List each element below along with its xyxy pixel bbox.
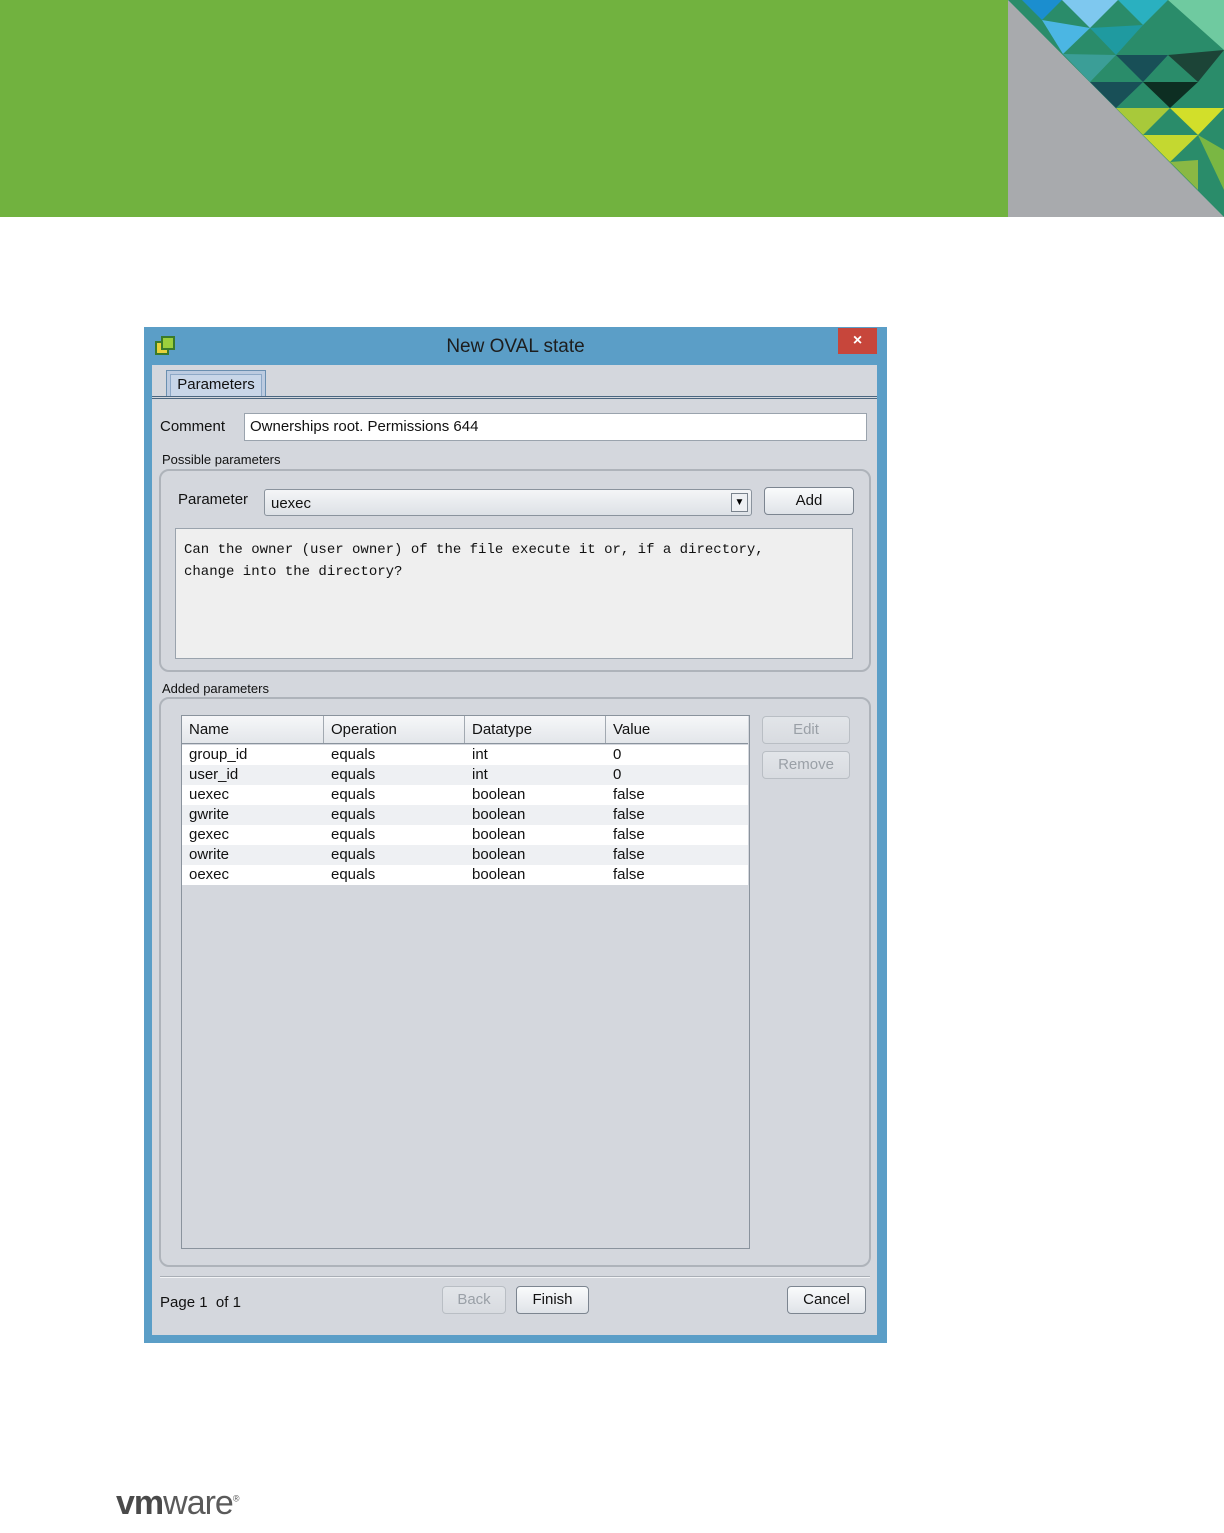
- cell-datatype: int: [472, 766, 488, 783]
- cell-operation: equals: [331, 746, 376, 763]
- title-bar[interactable]: New OVAL state ×: [144, 327, 887, 365]
- cell-operation: equals: [331, 786, 376, 803]
- cell-name: gexec: [189, 826, 230, 843]
- logo-ware: ware: [163, 1484, 234, 1522]
- tab-divider: [152, 396, 877, 399]
- cancel-button[interactable]: Cancel: [787, 1286, 866, 1314]
- cell-operation: equals: [331, 806, 376, 823]
- footer-separator: [160, 1276, 870, 1278]
- page-label: Page: [160, 1294, 196, 1311]
- column-header-datatype[interactable]: Datatype: [465, 716, 606, 743]
- table-row[interactable]: group_id equals int 0: [182, 745, 748, 765]
- comment-field[interactable]: Ownerships root. Permissions 644: [244, 413, 867, 441]
- page-current: 1: [199, 1294, 208, 1311]
- cell-datatype: boolean: [472, 806, 526, 823]
- parameter-select-value: uexec: [271, 495, 312, 512]
- vmware-tile-graphic: [1008, 0, 1224, 217]
- cell-name: gwrite: [189, 806, 230, 823]
- cell-value: 0: [613, 746, 622, 763]
- cell-name: group_id: [189, 746, 248, 763]
- cell-datatype: boolean: [472, 866, 526, 883]
- cell-name: owrite: [189, 846, 230, 863]
- parameter-label: Parameter: [178, 491, 249, 508]
- window-title: New OVAL state: [446, 336, 585, 357]
- close-button[interactable]: ×: [838, 328, 877, 354]
- close-icon: ×: [852, 332, 863, 349]
- logo-vm: vm: [116, 1484, 164, 1522]
- parameters-table: Name Operation Datatype Value group_id e…: [181, 715, 750, 1249]
- finish-button[interactable]: Finish: [516, 1286, 589, 1314]
- cell-name: uexec: [189, 786, 230, 803]
- cell-operation: equals: [331, 866, 376, 883]
- column-header-operation[interactable]: Operation: [324, 716, 465, 743]
- cell-datatype: boolean: [472, 786, 526, 803]
- table-row[interactable]: gwrite equals boolean false: [182, 805, 748, 825]
- cell-value: false: [613, 826, 645, 843]
- parameter-select[interactable]: uexec ▼: [264, 489, 752, 516]
- table-row[interactable]: user_id equals int 0: [182, 765, 748, 785]
- logo-registered: ®: [232, 1493, 240, 1504]
- cell-operation: equals: [331, 846, 376, 863]
- parameter-description: Can the owner (user owner) of the file e…: [175, 528, 853, 659]
- cell-datatype: boolean: [472, 846, 526, 863]
- possible-parameters-title: Possible parameters: [162, 452, 281, 467]
- cell-operation: equals: [331, 826, 376, 843]
- cell-value: false: [613, 806, 645, 823]
- cell-datatype: boolean: [472, 826, 526, 843]
- remove-button[interactable]: Remove: [762, 751, 850, 779]
- table-row[interactable]: gexec equals boolean false: [182, 825, 748, 845]
- oval-state-dialog: New OVAL state × Parameters Comment Owne…: [144, 327, 887, 1343]
- tab-label: Parameters: [170, 374, 262, 396]
- back-button[interactable]: Back: [442, 1286, 506, 1314]
- tab-parameters[interactable]: Parameters: [166, 370, 266, 396]
- chevron-down-icon[interactable]: ▼: [731, 493, 748, 512]
- edit-button[interactable]: Edit: [762, 716, 850, 744]
- page-indicator: Page 1 of 1: [160, 1294, 241, 1311]
- tab-strip: Parameters: [152, 365, 877, 401]
- cell-value: false: [613, 866, 645, 883]
- table-row[interactable]: oexec equals boolean false: [182, 865, 748, 885]
- table-row[interactable]: uexec equals boolean false: [182, 785, 748, 805]
- cell-value: false: [613, 786, 645, 803]
- comment-label: Comment: [160, 418, 226, 435]
- add-button[interactable]: Add: [764, 487, 854, 515]
- cell-name: user_id: [189, 766, 239, 783]
- column-header-name[interactable]: Name: [182, 716, 324, 743]
- page-of-label: of: [215, 1294, 229, 1311]
- header-banner: [0, 0, 1008, 217]
- page-total: 1: [232, 1294, 241, 1311]
- table-row[interactable]: owrite equals boolean false: [182, 845, 748, 865]
- added-parameters-title: Added parameters: [162, 681, 269, 696]
- table-header: Name Operation Datatype Value: [182, 716, 748, 744]
- column-header-value[interactable]: Value: [606, 716, 748, 743]
- cell-value: false: [613, 846, 645, 863]
- cell-operation: equals: [331, 766, 376, 783]
- dialog-content: Parameters Comment Ownerships root. Perm…: [152, 365, 877, 1335]
- cell-value: 0: [613, 766, 622, 783]
- description-line-2: change into the directory?: [184, 564, 403, 580]
- description-line-1: Can the owner (user owner) of the file e…: [184, 542, 764, 558]
- cell-name: oexec: [189, 866, 230, 883]
- cell-datatype: int: [472, 746, 488, 763]
- vmware-logo: vmware®: [116, 1484, 240, 1523]
